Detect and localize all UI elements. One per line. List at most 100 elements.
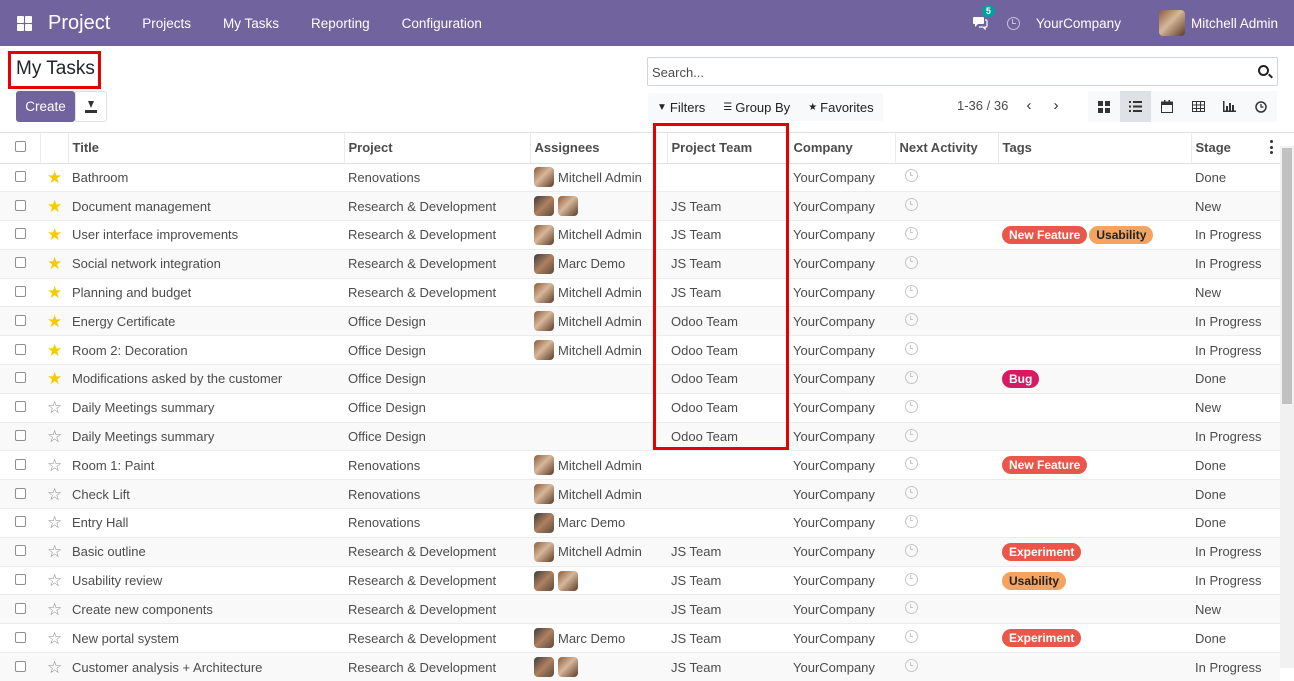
star-outline-icon[interactable]: ☆ xyxy=(47,601,62,618)
favorite-cell[interactable]: ☆ xyxy=(40,623,68,653)
table-row[interactable]: ☆ Entry Hall Renovations Marc Demo YourC… xyxy=(0,508,1280,538)
row-select-cell[interactable] xyxy=(0,191,40,221)
column-header-project-team[interactable]: Project Team xyxy=(666,133,789,164)
task-title[interactable]: Create new components xyxy=(68,594,344,624)
star-outline-icon[interactable]: ☆ xyxy=(47,486,62,503)
activity-clock-icon[interactable] xyxy=(905,284,918,298)
activity-clock-icon[interactable] xyxy=(905,428,918,442)
star-filled-icon[interactable]: ★ xyxy=(47,169,62,186)
row-select-cell[interactable] xyxy=(0,479,40,509)
row-checkbox[interactable] xyxy=(15,343,26,355)
activity-clock-icon[interactable] xyxy=(905,572,918,586)
row-checkbox[interactable] xyxy=(15,574,26,586)
task-title[interactable]: Social network integration xyxy=(68,248,344,279)
star-filled-icon[interactable]: ★ xyxy=(47,370,62,387)
row-select-cell[interactable] xyxy=(0,364,40,394)
task-title[interactable]: User interface improvements xyxy=(68,220,344,250)
activity-clock-icon[interactable] xyxy=(905,169,918,183)
star-filled-icon[interactable]: ★ xyxy=(47,255,62,272)
task-title[interactable]: Energy Certificate xyxy=(68,306,344,336)
task-next-activity[interactable] xyxy=(895,536,998,567)
row-checkbox[interactable] xyxy=(15,401,26,413)
row-checkbox[interactable] xyxy=(15,170,26,182)
task-next-activity[interactable] xyxy=(895,479,998,509)
assignee-avatar[interactable] xyxy=(534,541,554,562)
task-title[interactable]: Modifications asked by the customer xyxy=(68,364,344,394)
apps-menu-icon[interactable] xyxy=(0,0,48,46)
table-row[interactable]: ☆ Room 1: Paint Renovations Mitchell Adm… xyxy=(0,450,1280,480)
menu-projects[interactable]: Projects xyxy=(126,16,207,31)
optional-columns-icon[interactable] xyxy=(1270,140,1274,154)
star-outline-icon[interactable]: ☆ xyxy=(47,399,62,416)
star-filled-icon[interactable]: ★ xyxy=(47,313,62,330)
task-next-activity[interactable] xyxy=(895,162,998,192)
activity-clock-icon[interactable] xyxy=(905,313,918,327)
favorite-cell[interactable]: ☆ xyxy=(40,450,68,480)
table-row[interactable]: ★ Energy Certificate Office Design Mitch… xyxy=(0,306,1280,336)
row-checkbox[interactable] xyxy=(15,516,26,528)
task-title[interactable]: Daily Meetings summary xyxy=(68,392,344,423)
activity-clock-icon[interactable] xyxy=(905,601,918,615)
table-row[interactable]: ★ Social network integration Research & … xyxy=(0,248,1280,279)
activities-clock-icon[interactable] xyxy=(1006,16,1020,30)
row-checkbox[interactable] xyxy=(15,545,26,557)
row-select-cell[interactable] xyxy=(0,220,40,250)
star-outline-icon[interactable]: ☆ xyxy=(47,457,62,474)
task-next-activity[interactable] xyxy=(895,450,998,480)
star-outline-icon[interactable]: ☆ xyxy=(47,572,62,589)
favorite-cell[interactable]: ☆ xyxy=(40,479,68,509)
assignee-avatar[interactable] xyxy=(534,570,554,591)
favorite-cell[interactable]: ★ xyxy=(40,335,68,365)
favorite-cell[interactable]: ★ xyxy=(40,306,68,336)
table-row[interactable]: ★ Bathroom Renovations Mitchell Admin Yo… xyxy=(0,162,1280,192)
table-row[interactable]: ☆ Usability review Research & Developmen… xyxy=(0,565,1280,595)
task-next-activity[interactable] xyxy=(895,277,998,307)
row-checkbox[interactable] xyxy=(15,487,26,499)
activity-clock-icon[interactable] xyxy=(905,543,918,557)
menu-my-tasks[interactable]: My Tasks xyxy=(207,16,295,31)
row-select-cell[interactable] xyxy=(0,421,40,451)
task-next-activity[interactable] xyxy=(895,421,998,451)
column-header-stage[interactable]: Stage xyxy=(1190,133,1280,164)
messages-icon[interactable]: 5 xyxy=(965,5,995,30)
row-select-cell[interactable] xyxy=(0,652,40,681)
assignee-avatar[interactable] xyxy=(534,340,554,361)
assignee-avatar[interactable] xyxy=(534,628,554,649)
row-checkbox[interactable] xyxy=(15,286,26,298)
activity-clock-icon[interactable] xyxy=(905,486,918,500)
assignee-avatar[interactable] xyxy=(534,311,554,332)
column-header-title[interactable]: Title xyxy=(67,133,344,164)
table-row[interactable]: ★ Modifications asked by the customer Of… xyxy=(0,364,1280,394)
row-select-cell[interactable] xyxy=(0,508,40,538)
task-next-activity[interactable] xyxy=(895,565,998,595)
row-select-cell[interactable] xyxy=(0,536,40,567)
table-row[interactable]: ☆ New portal system Research & Developme… xyxy=(0,623,1280,653)
assignee-avatar[interactable] xyxy=(534,455,554,476)
task-next-activity[interactable] xyxy=(895,623,998,653)
column-header-assignees[interactable]: Assignees xyxy=(529,133,667,164)
favorite-cell[interactable]: ☆ xyxy=(40,392,68,423)
row-checkbox[interactable] xyxy=(15,631,26,643)
task-title[interactable]: Daily Meetings summary xyxy=(68,421,344,451)
task-title[interactable]: Bathroom xyxy=(68,162,344,192)
row-checkbox[interactable] xyxy=(15,199,26,211)
star-filled-icon[interactable]: ★ xyxy=(47,342,62,359)
row-select-cell[interactable] xyxy=(0,248,40,279)
star-outline-icon[interactable]: ☆ xyxy=(47,543,62,560)
task-next-activity[interactable] xyxy=(895,306,998,336)
activity-view-icon[interactable] xyxy=(1245,91,1277,122)
row-select-cell[interactable] xyxy=(0,162,40,192)
star-outline-icon[interactable]: ☆ xyxy=(47,630,62,647)
row-select-cell[interactable] xyxy=(0,335,40,365)
task-next-activity[interactable] xyxy=(895,364,998,394)
row-select-cell[interactable] xyxy=(0,277,40,307)
table-row[interactable]: ★ Room 2: Decoration Office Design Mitch… xyxy=(0,335,1280,365)
assignee-avatar[interactable] xyxy=(558,196,578,217)
favorite-cell[interactable]: ☆ xyxy=(40,652,68,681)
table-row[interactable]: ☆ Daily Meetings summary Office Design O… xyxy=(0,421,1280,451)
column-header-next-activity[interactable]: Next Activity xyxy=(894,133,998,164)
favorite-cell[interactable]: ★ xyxy=(40,364,68,394)
table-row[interactable]: ★ Document management Research & Develop… xyxy=(0,191,1280,221)
menu-configuration[interactable]: Configuration xyxy=(386,16,498,31)
pivot-view-icon[interactable] xyxy=(1182,91,1214,122)
